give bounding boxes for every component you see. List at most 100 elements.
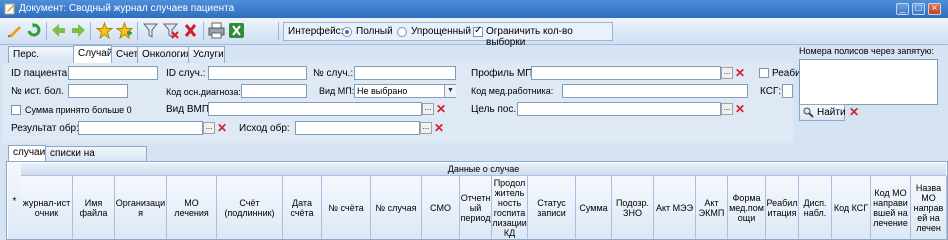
result-label: Результат обр:: [11, 123, 79, 134]
toolbar-separator: [90, 22, 91, 40]
history-no-input[interactable]: [68, 84, 128, 98]
filter-clear-icon[interactable]: [162, 22, 179, 39]
grid-column-header[interactable]: Сумма: [576, 176, 612, 239]
grid-column-header[interactable]: Акт ЭКМП: [696, 176, 728, 239]
interface-label: Интерфейс:: [288, 26, 344, 37]
diag-code-input[interactable]: [241, 84, 307, 98]
vid-mp-select[interactable]: Не выбрано: [354, 84, 456, 98]
grid-column-header[interactable]: Статус записи: [528, 176, 576, 239]
find-button-label: Найти: [817, 107, 846, 118]
star-icon[interactable]: [96, 22, 113, 39]
print-icon[interactable]: [208, 22, 225, 39]
polis-label: Номера полисов через запятую:: [799, 46, 935, 56]
med-worker-label: Код мед.работника:: [471, 86, 554, 96]
tab-account[interactable]: Счет: [111, 46, 138, 63]
document-edit-icon: [4, 3, 15, 15]
grid-column-header[interactable]: журнал-ист очник: [21, 176, 73, 239]
diag-code-label: Код осн.диагноза:: [166, 87, 241, 97]
patient-id-label: ID пациента:: [11, 68, 70, 79]
goal-label: Цель пос.:: [471, 104, 519, 115]
case-no-input[interactable]: [354, 66, 456, 80]
arrow-right-icon[interactable]: [70, 22, 87, 39]
title-bar: Документ: Сводный журнал случаев пациент…: [0, 0, 948, 18]
grid-column-header[interactable]: Имя файла: [73, 176, 115, 239]
patient-id-input[interactable]: [68, 66, 158, 80]
profile-mp-browse-button[interactable]: ...: [721, 67, 733, 79]
maximize-button[interactable]: □: [912, 3, 925, 15]
vid-vmp-browse-button[interactable]: ...: [422, 103, 434, 115]
grid-column-header[interactable]: Назва МО направ ей на лечен: [911, 176, 947, 239]
grid-column-header[interactable]: № счёта: [322, 176, 371, 239]
grid-column-header[interactable]: Продол житель ность госпита лизации КД: [492, 176, 528, 239]
edit-icon[interactable]: [6, 22, 23, 39]
refresh-icon[interactable]: [26, 22, 43, 39]
grid-column-header[interactable]: Форма мед.пом ощи: [728, 176, 766, 239]
toolbar-separator: [278, 22, 279, 40]
result-input[interactable]: [78, 121, 203, 135]
ksg-input[interactable]: [782, 84, 793, 98]
goal-input[interactable]: [517, 102, 721, 116]
mode-simple-label: Упрощенный: [411, 26, 471, 37]
mode-full-radio[interactable]: [342, 27, 352, 37]
tab-cases[interactable]: случаи: [8, 145, 46, 161]
chevron-down-icon[interactable]: ▼: [444, 85, 456, 97]
outcome-browse-button[interactable]: ...: [420, 122, 432, 134]
profile-mp-clear-icon[interactable]: ✕: [734, 67, 746, 79]
grid-column-header[interactable]: Организаци я: [115, 176, 167, 239]
grid-column-header[interactable]: Код МО направи вшей на лечение: [871, 176, 911, 239]
toolbar-separator: [46, 22, 47, 40]
tab-personal-data[interactable]: Перс. данные: [8, 46, 74, 75]
rehab-checkbox[interactable]: [759, 68, 769, 78]
profile-mp-label: Профиль МП:: [471, 68, 536, 79]
mode-full-label: Полный: [356, 26, 393, 37]
grid-column-header[interactable]: Реабил итация: [766, 176, 799, 239]
minimize-icon: _: [899, 3, 906, 14]
goal-browse-button[interactable]: ...: [721, 103, 733, 115]
grid-row-indicator[interactable]: *: [8, 163, 22, 239]
result-clear-icon[interactable]: ✕: [216, 122, 228, 134]
arrow-left-icon[interactable]: [50, 22, 67, 39]
limit-checkbox[interactable]: [473, 25, 483, 37]
grid-column-header[interactable]: Акт МЭЭ: [654, 176, 696, 239]
grid-column-header[interactable]: МО лечения: [167, 176, 217, 239]
grid-column-header[interactable]: СМО: [422, 176, 460, 239]
excel-export-icon[interactable]: [228, 22, 245, 39]
find-clear-icon[interactable]: ✕: [848, 106, 860, 118]
polis-textarea[interactable]: [799, 59, 938, 105]
grid-column-header[interactable]: Дисп. набл.: [799, 176, 832, 239]
vid-vmp-clear-icon[interactable]: ✕: [435, 103, 447, 115]
med-worker-input[interactable]: [562, 84, 748, 98]
tab-oncology[interactable]: Онкология: [137, 46, 191, 63]
close-icon: ×: [931, 3, 938, 14]
grid-column-header[interactable]: № случая: [371, 176, 422, 239]
limit-label: Ограничить кол-во выборки: [486, 26, 573, 48]
vid-vmp-label: Вид ВМП:: [166, 104, 212, 115]
star-add-icon[interactable]: [116, 22, 133, 39]
delete-icon[interactable]: [182, 22, 199, 39]
grid-column-header[interactable]: Подозр. ЗНО: [612, 176, 654, 239]
case-id-input[interactable]: [208, 66, 307, 80]
profile-mp-input[interactable]: [531, 66, 721, 80]
vid-vmp-input[interactable]: [208, 102, 422, 116]
find-button[interactable]: Найти: [799, 104, 846, 121]
case-filter-form: ID пациента: ID случ.: № случ.: Профиль …: [3, 63, 801, 143]
tab-dispensary-lists[interactable]: списки на диспансериз.: [45, 146, 147, 172]
grid-column-header[interactable]: Дата счёта: [283, 176, 322, 239]
grid-column-header[interactable]: Счёт (подлинник): [217, 176, 283, 239]
tab-case[interactable]: Случай: [73, 45, 112, 63]
outcome-clear-icon[interactable]: ✕: [433, 122, 445, 134]
mode-simple-radio[interactable]: [397, 27, 407, 37]
result-browse-button[interactable]: ...: [203, 122, 215, 134]
filter-icon[interactable]: [142, 22, 159, 39]
grid-group-header: Данные о случае: [21, 163, 946, 176]
vid-mp-label: Вид МП:: [319, 86, 355, 96]
goal-clear-icon[interactable]: ✕: [734, 103, 746, 115]
close-button[interactable]: ×: [928, 3, 941, 15]
outcome-input[interactable]: [295, 121, 420, 135]
sum-more-zero-checkbox[interactable]: [11, 105, 21, 115]
tab-services[interactable]: Услуги: [188, 46, 225, 63]
sum-more-zero-label: Сумма принято больше 0: [25, 105, 132, 115]
minimize-button[interactable]: _: [896, 3, 909, 15]
grid-column-header[interactable]: Отчетн ый период: [460, 176, 492, 239]
grid-column-header[interactable]: Код КСГ: [832, 176, 871, 239]
